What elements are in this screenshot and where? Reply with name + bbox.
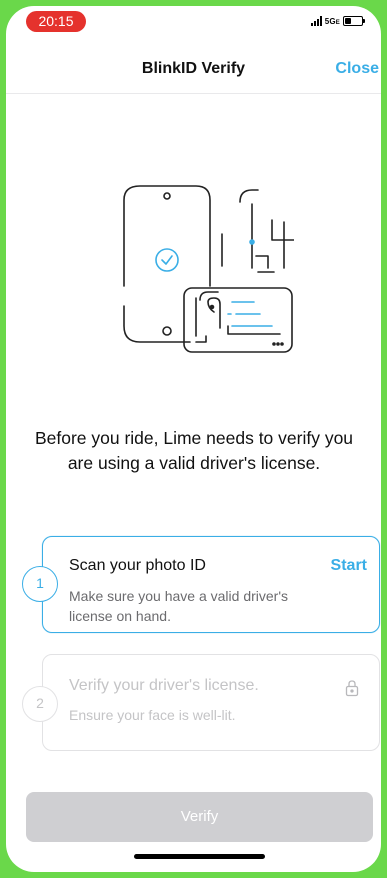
step-1-title: Scan your photo ID	[69, 557, 206, 574]
status-time: 20:15	[26, 11, 86, 32]
nav-title: BlinkID Verify	[141, 60, 246, 77]
home-indicator[interactable]	[134, 854, 265, 859]
status-bar: 20:15 5GE	[6, 6, 381, 34]
lock-icon	[345, 680, 359, 697]
navigation-bar: BlinkID Verify Close	[6, 46, 381, 94]
step-scan-photo-id[interactable]: Scan your photo ID Start Make sure you h…	[42, 536, 380, 633]
intro-text: Before you ride, Lime needs to verify yo…	[34, 428, 354, 473]
close-button[interactable]: Close	[335, 60, 379, 78]
step-1-number-badge: 1	[22, 566, 58, 602]
screen: 20:15 5GE BlinkID Verify Close Before yo…	[6, 6, 381, 872]
step-2-description: Ensure your face is well-lit.	[69, 707, 236, 723]
step-1-description: Make sure you have a valid driver's lice…	[69, 588, 288, 624]
step-verify-license: Verify your driver's license. Ensure you…	[42, 654, 380, 751]
battery-icon	[343, 16, 365, 26]
step-2-number-badge: 2	[22, 686, 58, 722]
signal-icon	[310, 16, 322, 26]
status-indicators: 5GE	[310, 14, 365, 28]
device-frame: 20:15 5GE BlinkID Verify Close Before yo…	[0, 0, 387, 878]
step-2-title: Verify your driver's license.	[69, 677, 259, 694]
network-label: 5GE	[324, 16, 340, 26]
id-verification-illustration-icon	[123, 185, 294, 353]
start-button[interactable]: Start	[331, 557, 367, 575]
verify-button[interactable]: Verify	[26, 792, 373, 842]
